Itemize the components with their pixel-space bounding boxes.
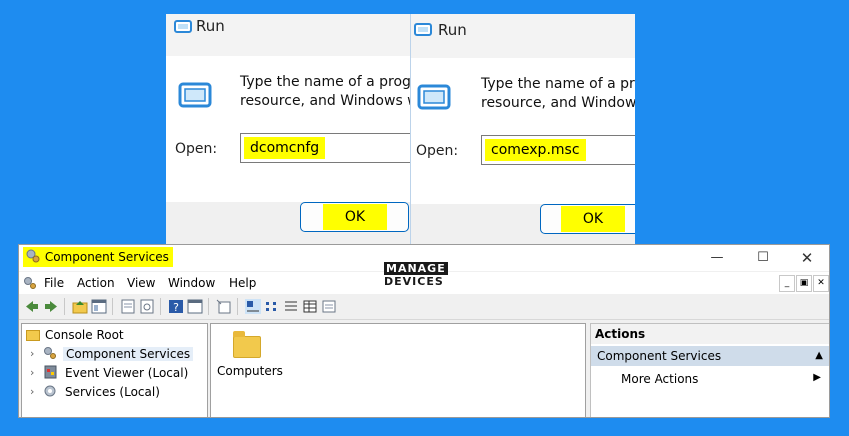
tree-item-component-services[interactable]: Component Services <box>63 347 194 361</box>
how-to-manage-devices-logo: HOW TO MANAGE DEVICES <box>360 262 450 288</box>
chevron-right-icon[interactable]: › <box>30 347 34 360</box>
menu-help[interactable]: Help <box>229 276 256 290</box>
back-icon[interactable] <box>24 299 40 314</box>
menu-file[interactable]: File <box>44 276 64 290</box>
run-footer: OK <box>166 202 410 244</box>
run-icon <box>417 84 451 110</box>
more-actions-item[interactable]: More Actions <box>621 372 698 386</box>
close-button[interactable]: ✕ <box>785 245 829 271</box>
export-list-icon[interactable] <box>139 299 155 314</box>
logo-how: HOW <box>360 264 383 273</box>
run-body: Type the name of a progr resource, and W… <box>166 56 410 202</box>
event-viewer-icon <box>44 365 57 379</box>
actions-pane: Actions Component Services ▲ More Action… <box>590 323 829 417</box>
small-icons-icon[interactable] <box>264 299 280 314</box>
window-title-highlight: Component Services <box>23 247 173 267</box>
up-folder-icon[interactable] <box>72 299 88 314</box>
ok-button[interactable]: OK <box>300 202 409 232</box>
maximize-button[interactable]: ☐ <box>741 245 785 271</box>
run-body: Type the name of a prog resource, and Wi… <box>411 58 635 204</box>
open-input-value: dcomcnfg <box>244 137 326 159</box>
child-minimize-button[interactable]: _ <box>779 275 795 292</box>
open-label: Open: <box>175 141 218 157</box>
run-title: Run <box>196 17 225 35</box>
open-label: Open: <box>416 143 459 159</box>
run-dialog-dcomcnfg: Run Type the name of a progr resource, a… <box>166 14 410 244</box>
toolbar-separator <box>160 298 161 315</box>
toolbar: ? <box>19 295 829 320</box>
folder-icon[interactable] <box>233 331 261 358</box>
computers-item-label[interactable]: Computers <box>217 364 283 378</box>
toolbar-separator <box>112 298 113 315</box>
help-icon[interactable]: ? <box>168 299 184 314</box>
menu-window[interactable]: Window <box>168 276 215 290</box>
run-dialog-comexp: Run Type the name of a prog resource, an… <box>410 14 635 244</box>
services-icon <box>44 385 56 397</box>
folder-icon <box>26 330 40 341</box>
toolbar-separator <box>237 298 238 315</box>
child-restore-button[interactable]: ▣ <box>796 275 812 292</box>
toolbar-separator <box>64 298 65 315</box>
results-pane: Computers <box>210 323 586 417</box>
component-services-icon <box>24 277 36 289</box>
window-title: Component Services <box>44 250 169 264</box>
run-description-line: resource, and Windows w <box>240 93 410 109</box>
run-title: Run <box>438 21 467 39</box>
new-window-icon[interactable] <box>216 299 232 314</box>
logo-to: TO <box>364 275 377 284</box>
actions-header: Actions <box>591 324 829 344</box>
status-view-icon[interactable] <box>321 299 337 314</box>
child-close-button[interactable]: ✕ <box>813 275 829 292</box>
toolbar-separator <box>208 298 209 315</box>
large-icons-icon[interactable] <box>245 299 261 314</box>
list-view-icon[interactable] <box>283 299 299 314</box>
show-hide-tree-icon[interactable] <box>91 299 107 314</box>
properties-icon[interactable] <box>120 299 136 314</box>
open-input-value: comexp.msc <box>485 139 586 161</box>
component-services-icon <box>44 347 56 359</box>
run-titlebar: Run <box>166 14 410 56</box>
open-input[interactable]: dcomcnfg <box>240 133 410 163</box>
run-description-line: Type the name of a progr <box>240 74 410 90</box>
chevron-right-icon[interactable]: › <box>30 385 34 398</box>
actions-section-component-services[interactable]: Component Services ▲ <box>591 346 829 366</box>
chevron-right-icon[interactable]: › <box>30 366 34 379</box>
run-description: Type the name of a prog resource, and Wi… <box>481 75 635 113</box>
run-icon <box>174 20 192 33</box>
component-services-icon <box>26 249 40 263</box>
console-tree-pane: Console Root › Component Services › Even… <box>21 323 208 417</box>
tree-console-root[interactable]: Console Root <box>45 328 124 342</box>
ok-button[interactable]: OK <box>540 204 635 234</box>
logo-devices: DEVICES <box>384 275 444 288</box>
minimize-button[interactable]: — <box>695 245 739 271</box>
open-input[interactable]: comexp.msc <box>481 135 635 165</box>
run-footer: OK <box>411 204 635 244</box>
menu-view[interactable]: View <box>127 276 155 290</box>
menu-action[interactable]: Action <box>77 276 115 290</box>
ok-button-label: OK <box>561 206 625 232</box>
run-icon <box>178 82 212 108</box>
run-icon <box>414 23 432 36</box>
logo-manage: MANAGE <box>384 262 448 275</box>
collapse-icon[interactable]: ▲ <box>815 346 823 366</box>
console-tree-icon[interactable] <box>187 299 203 314</box>
run-description-line: resource, and Windows <box>481 95 635 111</box>
actions-section-label: Component Services <box>597 349 722 363</box>
run-description-line: Type the name of a prog <box>481 76 635 92</box>
submenu-arrow-icon: ▶ <box>813 372 821 383</box>
tree-item-event-viewer[interactable]: Event Viewer (Local) <box>65 366 188 380</box>
ok-button-label: OK <box>323 204 387 230</box>
svg-text:?: ? <box>173 301 179 314</box>
run-titlebar: Run <box>411 14 635 56</box>
forward-icon[interactable] <box>43 299 59 314</box>
run-description: Type the name of a progr resource, and W… <box>240 73 410 111</box>
detail-view-icon[interactable] <box>302 299 318 314</box>
tree-item-services[interactable]: Services (Local) <box>65 385 160 399</box>
